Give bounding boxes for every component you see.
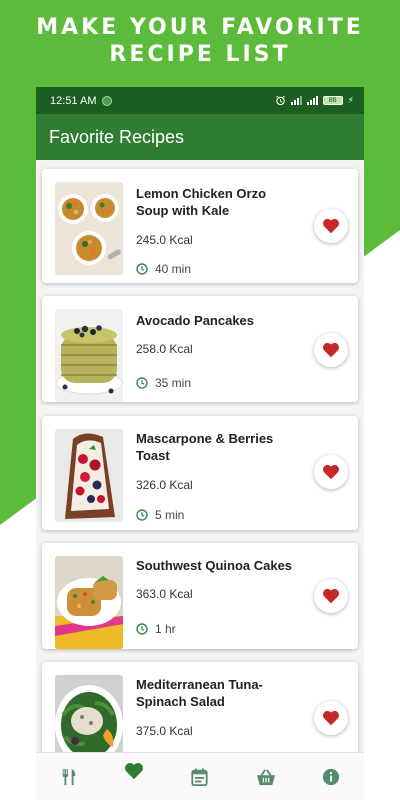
clock-icon <box>136 623 148 635</box>
recipe-time-label: 5 min <box>155 508 185 522</box>
app-bar: Favorite Recipes <box>36 114 364 160</box>
info-icon <box>323 768 340 785</box>
signal-icon-2 <box>306 96 318 105</box>
heart-icon <box>323 710 339 726</box>
promo-headline-line2: RECIPE LIST <box>109 42 291 67</box>
recipe-time: 1 hr <box>136 622 176 636</box>
heart-icon <box>323 464 339 480</box>
notification-dot-icon <box>102 95 113 106</box>
heart-icon <box>125 762 144 779</box>
heart-icon <box>323 218 339 234</box>
recipe-thumbnail-quinoa <box>55 556 123 649</box>
heart-icon <box>323 588 339 604</box>
recipe-name: Lemon Chicken Orzo Soup with Kale <box>136 186 267 218</box>
nav-recipes[interactable] <box>49 757 89 797</box>
recipe-card[interactable]: Mascarpone & Berries Toast 326.0 Kcal 5 … <box>42 416 358 530</box>
calendar-icon <box>191 767 209 786</box>
phone-screen: 12:51 AM 86 ⚡ Favorite Recipes Lemon Chi… <box>36 87 364 800</box>
recipe-name: Mediterranean Tuna-Spinach Salad <box>136 677 263 709</box>
recipe-time-label: 35 min <box>155 376 192 390</box>
recipe-card[interactable]: Lemon Chicken Orzo Soup with Kale 245.0 … <box>42 169 358 283</box>
recipe-time-label: 1 hr <box>155 622 176 636</box>
nav-favorites[interactable] <box>114 757 154 797</box>
nav-shopping-list[interactable] <box>246 757 286 797</box>
nav-meal-plan[interactable] <box>180 757 220 797</box>
app-bar-title: Favorite Recipes <box>49 126 185 147</box>
signal-icon-1 <box>290 96 302 105</box>
utensils-icon <box>62 768 76 785</box>
clock-icon <box>136 377 148 389</box>
favorite-button[interactable] <box>314 333 348 367</box>
recipe-calories: 245.0 Kcal <box>136 233 193 247</box>
nav-info[interactable] <box>311 757 351 797</box>
clock-icon <box>136 509 148 521</box>
status-bar: 12:51 AM 86 ⚡ <box>36 87 364 114</box>
recipe-calories: 363.0 Kcal <box>136 587 193 601</box>
recipe-thumbnail-soup <box>55 182 123 275</box>
status-time: 12:51 AM <box>50 94 97 107</box>
clock-icon <box>136 263 148 275</box>
charging-icon: ⚡ <box>347 95 354 105</box>
basket-icon <box>256 768 275 785</box>
recipe-time-label: 40 min <box>155 262 192 276</box>
favorite-button[interactable] <box>314 209 348 243</box>
promo-headline-line1: MAKE YOUR FAVORITE <box>36 15 364 40</box>
recipe-card[interactable]: Southwest Quinoa Cakes 363.0 Kcal 1 hr <box>42 543 358 649</box>
battery-icon: 86 <box>322 96 343 105</box>
recipe-time: 5 min <box>136 508 184 522</box>
favorite-button[interactable] <box>314 701 348 735</box>
recipe-name: Southwest Quinoa Cakes <box>136 558 293 573</box>
recipe-name: Avocado Pancakes <box>136 313 255 328</box>
favorite-button[interactable] <box>314 579 348 613</box>
recipe-name: Mascarpone & Berries Toast <box>136 431 274 463</box>
recipe-calories: 375.0 Kcal <box>136 724 193 738</box>
favorite-button[interactable] <box>314 455 348 489</box>
recipe-calories: 258.0 Kcal <box>136 342 193 356</box>
recipe-thumbnail-toast <box>55 429 123 522</box>
heart-icon <box>323 342 339 358</box>
recipe-card[interactable]: Avocado Pancakes 258.0 Kcal 35 min <box>42 296 358 402</box>
alarm-icon <box>275 95 285 106</box>
recipe-calories: 326.0 Kcal <box>136 478 193 492</box>
promo-headline: MAKE YOUR FAVORITE RECIPE LIST <box>0 14 400 68</box>
bottom-navigation <box>36 752 364 800</box>
recipe-thumbnail-pancakes <box>55 309 123 402</box>
recipe-time: 35 min <box>136 376 191 390</box>
recipe-time: 40 min <box>136 262 191 276</box>
